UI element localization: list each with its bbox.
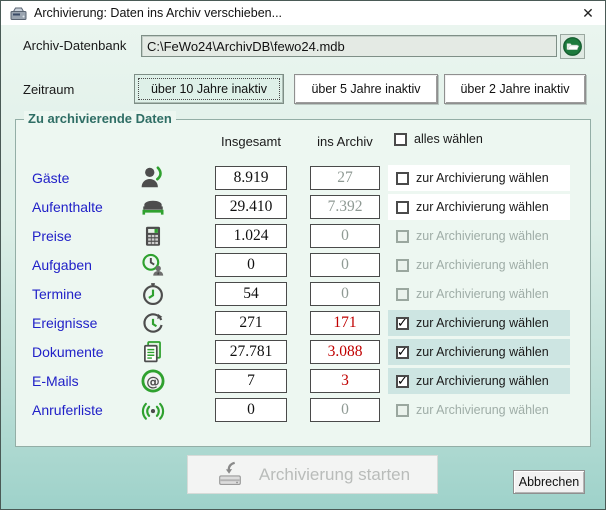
archive-value-box: 3 [310,369,380,393]
select-all-row: alles wählen [394,132,483,146]
row-label: Preise [32,228,72,244]
row-checkbox[interactable] [396,346,409,359]
row-label: Aufenthalte [32,199,103,215]
events-icon [140,310,166,336]
archive-select-strip: zur Archivierung wählen [388,339,570,365]
total-value-box: 1.024 [215,224,287,248]
data-row-aufgaben: Aufgaben 0 0 zur Archivierung wählen [16,251,590,280]
row-checkbox-label: zur Archivierung wählen [416,374,549,388]
dialog-body: Archiv-Datenbank Zeitraum über 10 Jahre … [1,25,605,509]
row-checkbox-label: zur Archivierung wählen [416,345,549,359]
data-row-preise: Preise 1.024 0 [16,222,590,251]
total-value-box: 7 [215,369,287,393]
row-label: Aufgaben [32,257,92,273]
row-checkbox-label: zur Archivierung wählen [416,229,549,243]
archive-select-strip: zur Archivierung wählen [388,310,570,336]
row-checkbox [396,288,409,301]
callers-icon [140,397,166,423]
archive-select-strip: zur Archivierung wählen [388,194,570,220]
period-button-2-years[interactable]: über 2 Jahre inaktiv [444,74,586,104]
row-label: Dokumente [32,344,104,360]
tasks-icon [140,252,166,278]
app-icon [10,6,27,21]
data-row-dokumente: Dokumente 27.781 3.088 zur Archivierung … [16,338,590,367]
title-bar: Archivierung: Daten ins Archiv verschieb… [1,1,605,25]
row-checkbox [396,230,409,243]
open-archive-db-button[interactable] [560,34,585,59]
archive-value-box: 7.392 [310,195,380,219]
row-label: Anruferliste [32,402,103,418]
total-value-box: 0 [215,253,287,277]
archive-data-groupbox: Zu archivierende Daten Insgesamt ins Arc… [15,119,591,447]
total-value-box: 8.919 [215,166,287,190]
data-row-anruferliste: Anruferliste 0 0 zur Archivierung wählen [16,396,590,425]
archive-value-box: 0 [310,253,380,277]
period-label: Zeitraum [23,82,74,97]
window-title: Archivierung: Daten ins Archiv verschieb… [34,6,282,20]
archive-select-strip: zur Archivierung wählen [388,281,570,307]
data-row-aufenthalte: Aufenthalte 29.410 7.392 zur Archivierun… [16,193,590,222]
row-checkbox-label: zur Archivierung wählen [416,287,549,301]
start-archiving-label: Archivierung starten [259,465,410,485]
prices-icon [140,223,166,249]
database-label: Archiv-Datenbank [23,38,126,53]
row-label: Ereignisse [32,315,97,331]
row-label: E-Mails [32,373,79,389]
column-header-total: Insgesamt [215,134,287,149]
row-checkbox-label: zur Archivierung wählen [416,171,549,185]
archiving-dialog-window: Archivierung: Daten ins Archiv verschieb… [0,0,606,510]
data-row-termine: Termine 54 0 zur Archivierung wählen [16,280,590,309]
archive-value-box: 0 [310,224,380,248]
data-row-emails: E-Mails @ 7 3 zur Archivierung wählen [16,367,590,396]
total-value-box: 54 [215,282,287,306]
archive-select-strip: zur Archivierung wählen [388,397,570,423]
archive-value-box: 0 [310,398,380,422]
data-row-gaeste: Gäste 8.919 27 zur Archivierung wählen [16,164,590,193]
row-label: Termine [32,286,82,302]
archive-value-box: 0 [310,282,380,306]
cancel-button[interactable]: Abbrechen [513,470,585,494]
row-checkbox-label: zur Archivierung wählen [416,200,549,214]
data-row-ereignisse: Ereignisse 271 171 zur Archivierung wähl… [16,309,590,338]
emails-icon: @ [140,368,166,394]
row-checkbox[interactable] [396,201,409,214]
period-button-5-years[interactable]: über 5 Jahre inaktiv [294,74,438,104]
database-path-field[interactable] [141,35,557,57]
total-value-box: 0 [215,398,287,422]
appointments-icon [140,281,166,307]
row-checkbox [396,404,409,417]
archive-select-strip: zur Archivierung wählen [388,223,570,249]
row-label: Gäste [32,170,69,186]
open-archive-db-icon [562,36,583,57]
row-checkbox[interactable] [396,375,409,388]
column-header-archive: ins Archiv [310,134,380,149]
row-checkbox[interactable] [396,172,409,185]
archive-select-strip: zur Archivierung wählen [388,252,570,278]
period-button-10-years[interactable]: über 10 Jahre inaktiv [134,74,284,104]
close-icon[interactable]: ✕ [577,3,599,23]
select-all-label: alles wählen [414,132,483,146]
row-checkbox[interactable] [396,317,409,330]
archive-value-box: 27 [310,166,380,190]
row-checkbox-label: zur Archivierung wählen [416,403,549,417]
total-value-box: 271 [215,311,287,335]
groupbox-title: Zu archivierende Daten [24,111,176,126]
documents-icon [140,339,166,365]
total-value-box: 27.781 [215,340,287,364]
start-archiving-button[interactable]: Archivierung starten [187,455,438,494]
archive-select-strip: zur Archivierung wählen [388,165,570,191]
select-all-checkbox[interactable] [394,133,407,146]
svg-text:@: @ [146,374,160,390]
guests-icon [140,165,166,191]
stays-icon [140,194,166,220]
archive-value-box: 171 [310,311,380,335]
total-value-box: 29.410 [215,195,287,219]
row-checkbox-label: zur Archivierung wählen [416,258,549,272]
archive-value-box: 3.088 [310,340,380,364]
archive-select-strip: zur Archivierung wählen [388,368,570,394]
row-checkbox [396,259,409,272]
row-checkbox-label: zur Archivierung wählen [416,316,549,330]
archive-drive-icon [215,460,245,490]
